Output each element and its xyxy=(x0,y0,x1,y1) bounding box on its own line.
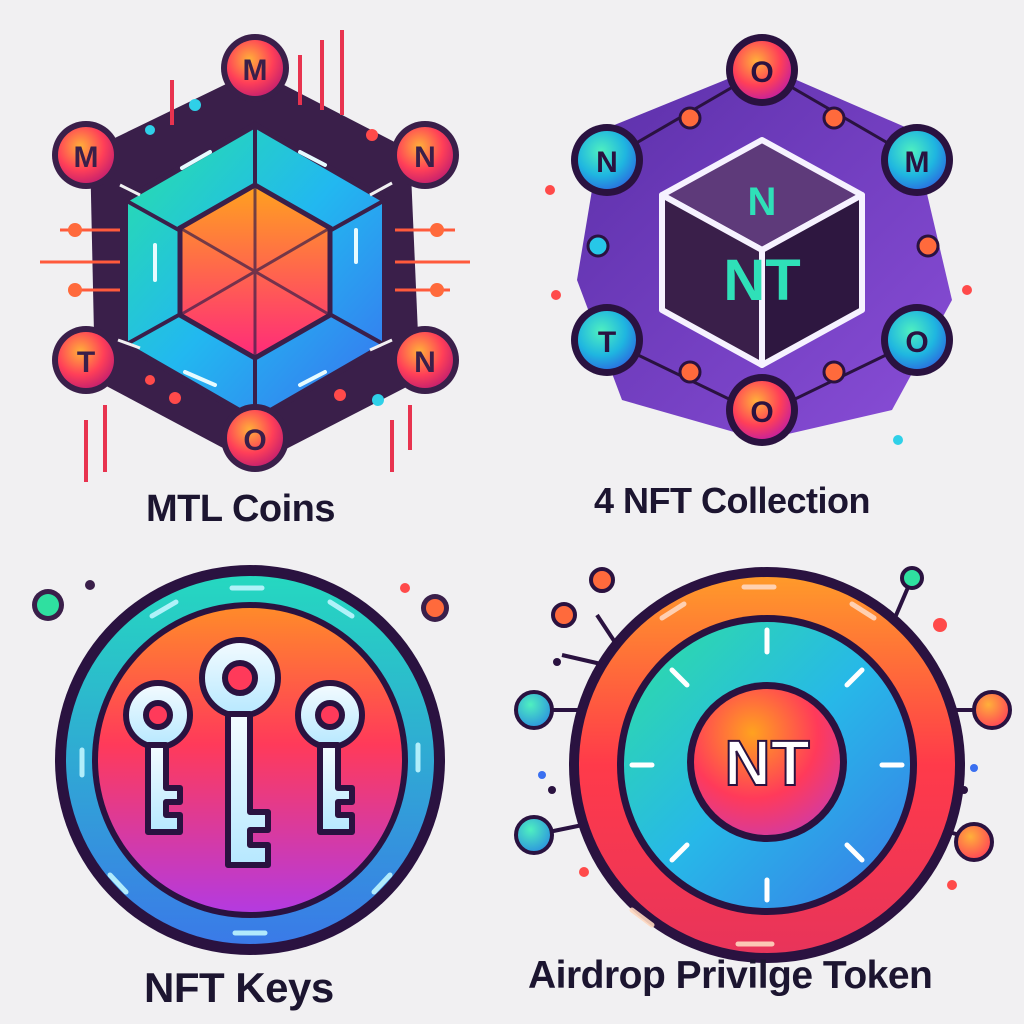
token-center-label: NT xyxy=(724,727,809,799)
tile-caption: MTL Coins xyxy=(146,488,336,530)
svg-text:M: M xyxy=(74,141,99,174)
tile-caption: Airdrop Privilge Token xyxy=(528,954,933,997)
coin-node-icon: T xyxy=(52,326,120,394)
svg-text:O: O xyxy=(905,326,928,359)
token-node-icon: T xyxy=(571,304,643,376)
svg-text:O: O xyxy=(750,396,773,429)
svg-text:M: M xyxy=(243,54,268,87)
token-node-icon: O xyxy=(726,374,798,446)
svg-text:O: O xyxy=(750,56,773,89)
nft-keys-tile[interactable]: NFT Keys xyxy=(0,540,512,1024)
svg-text:N: N xyxy=(414,346,436,379)
tile-caption: 4 NFT Collection xyxy=(594,480,871,521)
coin-node-icon: M xyxy=(221,34,289,102)
coin-node-icon: O xyxy=(221,404,289,472)
tile-caption: NFT Keys xyxy=(144,964,334,1011)
svg-text:T: T xyxy=(77,346,95,379)
token-node-icon: O xyxy=(726,34,798,106)
keys-badge-icon xyxy=(32,565,449,955)
coin-node-icon: N xyxy=(391,326,459,394)
svg-text:NT: NT xyxy=(723,248,800,313)
svg-text:N: N xyxy=(414,141,436,174)
svg-text:T: T xyxy=(598,326,616,359)
cube-network-icon: N NT O N M T O O xyxy=(545,34,972,446)
svg-text:N: N xyxy=(748,180,777,224)
token-badge-icon: NT xyxy=(514,566,1012,963)
token-node-icon: M xyxy=(881,124,953,196)
mtl-coins-tile[interactable]: M M N T N O MTL Coins xyxy=(0,0,512,540)
svg-text:O: O xyxy=(243,424,266,457)
coin-node-icon: M xyxy=(52,121,120,189)
token-node-icon: O xyxy=(881,304,953,376)
coin-node-icon: N xyxy=(391,121,459,189)
token-node-icon: N xyxy=(571,124,643,196)
svg-text:M: M xyxy=(905,146,930,179)
nft-collection-tile[interactable]: N NT O N M T O O 4 NFT Collection xyxy=(512,0,1024,540)
svg-text:N: N xyxy=(596,146,618,179)
airdrop-token-tile[interactable]: NT Airdrop Privilge Token xyxy=(512,540,1024,1024)
hexagon-network-icon: M M N T N O xyxy=(40,30,470,482)
